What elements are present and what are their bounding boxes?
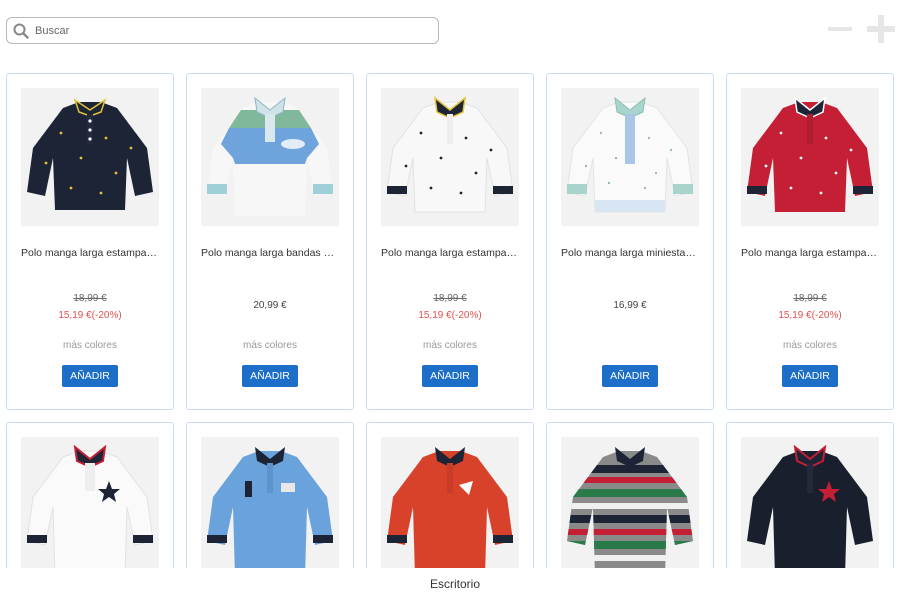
product-image[interactable] <box>561 88 699 226</box>
more-colors-link[interactable]: más colores <box>367 340 533 351</box>
product-name[interactable]: Polo manga larga estampa… <box>381 247 521 259</box>
product-image[interactable] <box>21 88 159 226</box>
zoom-in-icon[interactable] <box>867 15 895 43</box>
product-card[interactable] <box>546 422 714 582</box>
product-card[interactable]: Polo manga larga miniesta… 16,99 € AÑADI… <box>546 73 714 410</box>
product-price: 20,99 € <box>253 300 287 311</box>
product-name[interactable]: Polo manga larga estampa… <box>21 247 161 259</box>
more-colors-link[interactable]: más colores <box>7 340 173 351</box>
search-icon <box>13 23 29 39</box>
product-image[interactable] <box>741 88 879 226</box>
navy-star-polo-image <box>747 444 873 577</box>
original-price: 18,99 € <box>433 293 467 304</box>
add-to-cart-button[interactable]: AÑADIR <box>242 365 298 387</box>
product-name[interactable]: Polo manga larga estampa… <box>741 247 881 259</box>
product-image[interactable] <box>21 437 159 578</box>
product-image[interactable] <box>201 88 339 226</box>
white-polo-image <box>386 96 514 213</box>
sale-price: 15,19 €(-20%) <box>418 310 482 321</box>
product-image[interactable] <box>561 437 699 577</box>
zoom-out-icon[interactable] <box>826 15 854 43</box>
add-to-cart-button[interactable]: AÑADIR <box>782 365 838 387</box>
add-to-cart-button[interactable]: AÑADIR <box>602 365 658 387</box>
orange-polo-image <box>387 447 513 577</box>
more-colors-link[interactable]: más colores <box>727 340 893 351</box>
search-input[interactable] <box>35 22 430 40</box>
multistripe-polo-image <box>567 447 693 577</box>
navy-polo-image <box>27 98 153 210</box>
add-to-cart-button[interactable]: AÑADIR <box>422 365 478 387</box>
product-card[interactable] <box>186 422 354 582</box>
product-image[interactable] <box>201 437 339 577</box>
product-card[interactable]: Polo manga larga bandas … 20,99 € más co… <box>186 73 354 410</box>
white-print-polo-image <box>566 96 694 213</box>
white-star-polo-image <box>26 444 154 578</box>
product-card[interactable] <box>6 422 174 582</box>
sale-price: 15,19 €(-20%) <box>778 310 842 321</box>
product-card[interactable]: Polo manga larga estampa… 18,99 € 15,19 … <box>366 73 534 410</box>
footer-label: Escritorio <box>0 568 910 596</box>
more-colors-link[interactable]: más colores <box>187 340 353 351</box>
sale-price: 15,19 €(-20%) <box>58 310 122 321</box>
original-price: 18,99 € <box>73 293 107 304</box>
product-card[interactable] <box>366 422 534 582</box>
product-price: 16,99 € <box>613 300 647 311</box>
red-polo-image <box>747 96 873 212</box>
original-price: 18,99 € <box>793 293 827 304</box>
product-card[interactable]: Polo manga larga estampa… 18,99 € 15,19 … <box>6 73 174 410</box>
product-image[interactable] <box>381 88 519 226</box>
product-card[interactable] <box>726 422 894 582</box>
blue-polo-image <box>207 447 333 577</box>
product-card[interactable]: Polo manga larga estampa… 18,99 € 15,19 … <box>726 73 894 410</box>
add-to-cart-button[interactable]: AÑADIR <box>62 365 118 387</box>
product-image[interactable] <box>741 437 879 577</box>
product-name[interactable]: Polo manga larga bandas … <box>201 247 341 259</box>
product-name[interactable]: Polo manga larga miniesta… <box>561 247 701 259</box>
striped-polo-image <box>207 96 333 216</box>
search-bar[interactable] <box>6 17 439 44</box>
product-image[interactable] <box>381 437 519 577</box>
